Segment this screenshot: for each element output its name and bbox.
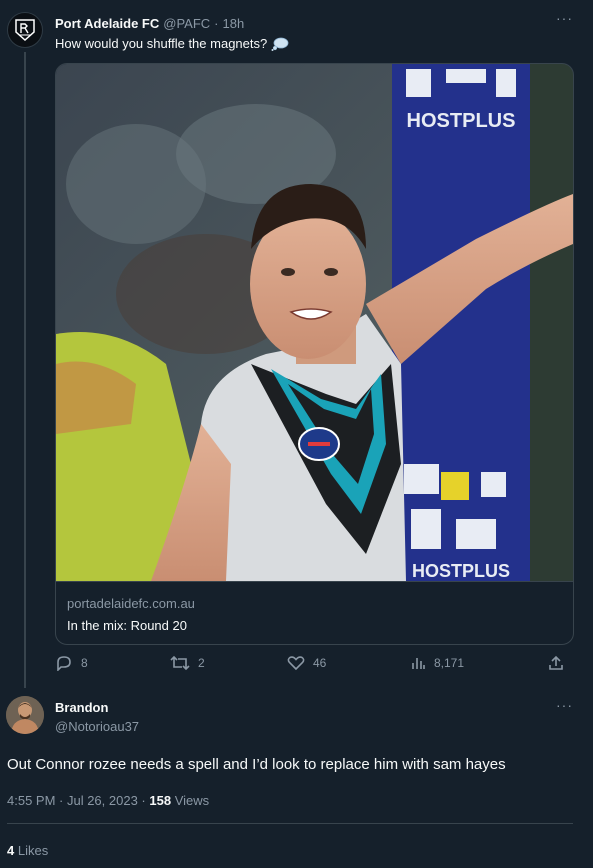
views-count: 8,171 [434,656,465,670]
pafc-logo-icon [15,19,35,42]
thread-connector-line [24,52,26,688]
card-domain: portadelaidefc.com.au [67,596,195,611]
dot-separator: · [214,15,219,31]
brandon-avatar[interactable] [6,696,44,734]
retweet-icon [170,655,190,671]
divider [7,823,573,824]
tweet-header: Port Adelaide FC @PAFC · 18h ··· [55,10,573,32]
like-count: 46 [313,656,327,670]
pafc-avatar[interactable] [7,12,43,48]
post-banner-text-top: HOSTPLUS [407,110,516,132]
reply-views-label: Views [174,793,210,808]
like-button[interactable]: 46 [287,655,326,671]
player-photo: HOSTPLUS HOSTPLUS [56,64,573,581]
tweet-time[interactable]: 18h [223,16,245,31]
reply-likes[interactable]: 4 Likes [7,843,48,858]
more-options-icon[interactable]: ··· [556,10,573,26]
reply-more-options-icon[interactable]: ··· [556,697,573,713]
heart-icon [287,656,305,671]
share-button[interactable] [548,655,564,671]
reply-button[interactable]: 8 [55,655,88,671]
reply-count: 8 [81,656,88,670]
reply-likes-count: 4 [7,843,15,858]
share-icon [549,655,563,670]
card-title: In the mix: Round 20 [67,618,187,633]
reply-icon [57,656,71,671]
reply-timestamp[interactable]: 4:55 PM · Jul 26, 2023 · [7,793,146,808]
views-button[interactable]: 8,171 [410,655,464,671]
thought-balloon-icon [271,37,289,51]
reply-views-count: 158 [149,793,172,808]
author-name[interactable]: Port Adelaide FC [55,16,159,31]
tweet-text: How would you shuffle the magnets? [55,36,268,51]
reply-author-handle[interactable]: @Notorioau37 [55,719,139,734]
tweet-body: How would you shuffle the magnets? [55,36,289,51]
card-footer[interactable]: portadelaidefc.com.au In the mix: Round … [56,581,573,644]
reply-author-name[interactable]: Brandon [55,700,108,715]
author-handle[interactable]: @PAFC [163,16,210,31]
tweet-actions: 8 2 46 8,171 [55,655,574,677]
brandon-avatar-photo [6,696,44,734]
card-image[interactable]: HOSTPLUS HOSTPLUS [56,64,573,581]
retweet-button[interactable]: 2 [170,655,205,671]
reply-meta: 4:55 PM · Jul 26, 2023 · 158 Views [7,793,209,808]
retweet-count: 2 [198,656,205,670]
views-chart-icon [412,658,425,669]
link-card[interactable]: HOSTPLUS HOSTPLUS portadelaidefc.com.au … [55,63,574,645]
reply-likes-label: Likes [17,843,49,858]
reply-text: Out Connor rozee needs a spell and I’d l… [7,756,506,773]
post-banner-text-bottom: HOSTPLUS [412,561,510,581]
